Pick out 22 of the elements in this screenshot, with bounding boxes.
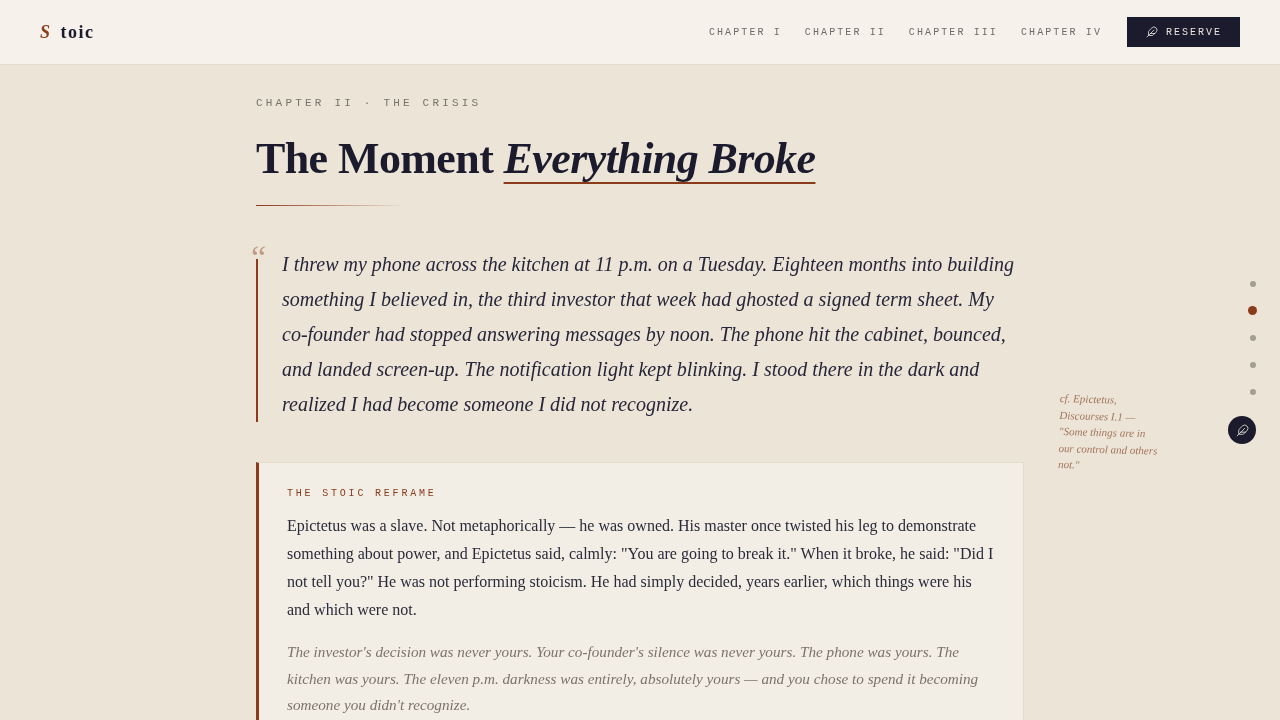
card-label: THE STOIC REFRAME (287, 488, 438, 500)
section-dot[interactable] (1248, 306, 1257, 315)
pull-quote: I threw my phone across the kitchen at 11 p.m. on a Tuesday. Eighteen months into building something I believed in, the third investor that week had ghosted a signed term sheet. My co-founder had stopped answering messages by noon. The phone hit the cabinet, bounced, and landed screen-up. The notification light kept blinking. I stood there in the dark and realized I had become someone I did not recognize. (282, 252, 1015, 418)
nav-link[interactable]: CHAPTER IV (1020, 26, 1102, 38)
logo[interactable]: S toic (40, 21, 95, 43)
feather-icon (1235, 423, 1249, 437)
feather-button[interactable] (1228, 416, 1256, 444)
card-text: Epictetus was a slave. Not metaphorically — he was owned. His master once twisted his leg to demonstrate something about power, and Epictetus said, calmly: "You are going to break it." When it broke, he said: "Did I not tell you?" He was not performing stoicism. He had simply decided, years earlier, which things were his and which were not. (287, 516, 995, 620)
chapter-label: CHAPTER II · THE CRISIS (256, 96, 483, 110)
page-title: The Moment Everything Broke (256, 133, 817, 185)
feather-icon (1146, 26, 1158, 38)
nav-link[interactable]: CHAPTER II (804, 26, 886, 38)
section-dot[interactable] (1249, 334, 1256, 341)
reserve-button[interactable]: RESERVE (1127, 17, 1240, 47)
section-dot[interactable] (1249, 280, 1256, 287)
margin-note: cf. Epictetus, Discourses I.1 — "Some things are in our control and others not." (1057, 391, 1159, 473)
card-aside: The investor's decision was never yours. Your co-founder's silence was never yours. The phone was yours. The kitchen was yours. The eleven p.m. darkness was entirely, absolutely yours — and you chose to spend it becoming someone you didn't recognize. (287, 642, 980, 715)
section-dot[interactable] (1249, 388, 1256, 395)
section-dot[interactable] (1249, 361, 1256, 368)
quote-mark: “ (250, 243, 268, 259)
nav-link[interactable]: CHAPTER I (708, 26, 782, 38)
nav-link[interactable]: CHAPTER III (908, 26, 998, 38)
